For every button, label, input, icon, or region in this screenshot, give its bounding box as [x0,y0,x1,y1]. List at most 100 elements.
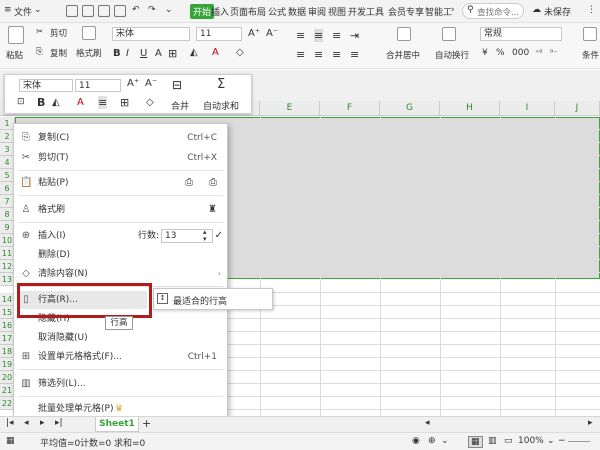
prev-sheet-icon[interactable]: ◂ [24,418,29,428]
mini-border-icon[interactable]: ⊞ [120,96,129,109]
scroll-right-icon[interactable]: ▸ [588,418,593,428]
distributed-icon[interactable]: ≡ [350,48,359,61]
sheet-tab-sheet1[interactable]: Sheet1 [95,417,139,432]
column-header-i[interactable]: I [500,101,555,116]
menu-item-filter[interactable]: ▥ 筛选列(L)... [14,375,227,393]
align-middle-icon[interactable]: ≡ [314,29,324,42]
mini-font-name-select[interactable]: 宋体 [19,79,73,92]
search-input[interactable]: ⚲ 查找命令... [462,3,524,19]
currency-icon[interactable]: ¥ [482,48,488,58]
menu-item-best-fit-row-height[interactable]: 最适合的行高 [173,294,227,307]
copy-button[interactable]: 复制 [50,47,67,59]
cloud-status[interactable]: 未保存 [544,5,571,18]
zoom-level[interactable]: 100% [518,436,544,446]
file-menu[interactable]: 文件 [14,5,32,18]
print-icon[interactable] [98,5,110,17]
export-pdf-icon[interactable] [114,5,126,17]
save-icon[interactable] [66,5,78,17]
page-break-view-icon[interactable]: ▭ [504,436,513,446]
italic-button[interactable]: I [126,48,129,59]
percent-icon[interactable]: % [496,48,505,58]
add-sheet-button[interactable]: + [142,417,151,430]
mini-merge-icon[interactable]: ⊟ [172,78,182,92]
first-sheet-icon[interactable]: |◂ [6,418,14,428]
tab-page-layout[interactable]: 页面布局 [230,5,266,18]
align-bottom-icon[interactable]: ≡ [332,29,341,42]
menu-item-format-cells[interactable]: ⊞ 设置单元格格式(F)... Ctrl+1 [14,348,227,366]
column-header-h[interactable]: H [440,101,500,116]
chevron-down-icon[interactable]: ⌄ [34,5,42,15]
cut-button[interactable]: 剪切 [50,27,67,39]
font-color-icon[interactable]: A [212,47,219,58]
align-center-icon[interactable]: ≡ [314,48,323,61]
reading-mode-icon[interactable]: ⊕ [428,436,436,446]
mini-sum-icon[interactable]: Σ [217,77,225,92]
menu-item-unhide[interactable]: 取消隐藏(U) [14,329,227,347]
number-format-select[interactable]: 常规 [480,27,562,41]
painter-options-icon[interactable]: ♜ [208,201,217,219]
paste-values-icon[interactable]: ⎙ [185,174,193,192]
paste-special-icon[interactable]: ⎙ [209,174,217,192]
tab-data[interactable]: 数据 [288,5,306,18]
menu-item-clear[interactable]: ◇ 清除内容(N) › [14,265,227,283]
chevron-down-icon[interactable]: ⌄ [165,5,173,15]
normal-view-icon[interactable]: ▦ [468,436,483,448]
menu-item-delete[interactable]: 删除(D) [14,246,227,264]
menu-item-paste[interactable]: 📋 粘贴(P) ⎙ ⎙ [14,174,227,192]
paste-icon[interactable] [8,26,24,44]
copy-icon[interactable]: ⎘ [36,47,43,57]
cut-icon[interactable]: ✂ [36,27,43,37]
eraser-icon[interactable]: ◇ [236,47,244,58]
format-painter-button[interactable]: 格式刷 [76,47,102,59]
format-painter-icon[interactable] [82,26,96,40]
mini-font-size-select[interactable]: 11 [75,79,121,92]
font-name-select[interactable]: 宋体 [112,27,190,41]
mini-bold-button[interactable]: B [37,96,45,109]
paste-button[interactable]: 粘贴 [6,49,23,61]
column-header-f[interactable]: F [320,101,380,116]
tab-formula[interactable]: 公式 [268,5,286,18]
mini-format-icon[interactable]: ⊡ [17,97,25,107]
font-size-select[interactable]: 11 [196,27,242,41]
mini-clear-icon[interactable]: ◇ [146,97,154,108]
mini-align-icon[interactable]: ≡ [98,96,108,109]
chevron-down-icon[interactable]: ⌄ [547,436,555,446]
zoom-slider[interactable] [568,441,590,442]
next-sheet-icon[interactable]: ▸ [40,418,45,428]
align-top-icon[interactable]: ≡ [296,29,305,42]
tab-insert[interactable]: 插入 [211,5,229,18]
undo-icon[interactable]: ↶ [132,5,140,15]
chevron-down-icon[interactable]: ⌄ [441,436,449,446]
redo-icon[interactable]: ↷ [148,5,156,15]
tab-member[interactable]: 会员专享 [388,5,424,18]
calculator-icon[interactable]: ▦ [6,436,15,446]
bold-button[interactable]: B [113,48,121,59]
decrease-decimal-icon[interactable]: ⁰⁻ [550,48,557,57]
zoom-out-button[interactable]: − [558,436,566,446]
menu-item-cut[interactable]: ✂ 剪切(T) Ctrl+X [14,149,227,167]
print-preview-icon[interactable] [82,5,94,17]
scroll-left-icon[interactable]: ◂ [425,418,430,428]
fill-color-icon[interactable]: ◭ [190,47,198,58]
align-left-icon[interactable]: ≡ [296,48,305,61]
conditional-format-icon[interactable] [583,27,597,41]
menu-item-format-painter[interactable]: ♙ 格式刷 ♜ [14,201,227,219]
border-icon[interactable]: ⊞ [168,47,177,60]
menu-item-copy[interactable]: ⎘ 复制(C) Ctrl+C [14,129,227,147]
tab-developer[interactable]: 开发工具 [348,5,384,18]
page-layout-view-icon[interactable]: ▥ [488,436,497,446]
chevron-right-icon[interactable]: › [451,5,455,15]
stepper-icon[interactable]: ▴ ▾ [203,229,207,243]
thousands-icon[interactable]: 000 [512,48,529,58]
eye-protection-icon[interactable]: ◉ [412,436,420,446]
merge-center-button[interactable]: 合并居中 [386,49,420,61]
column-header-g[interactable]: G [380,101,440,116]
align-right-icon[interactable]: ≡ [332,48,341,61]
text-color-icon[interactable]: A [155,48,162,59]
cloud-icon[interactable]: ☁ [532,5,541,15]
increase-decimal-icon[interactable]: ⁺⁰ [535,48,542,57]
mini-font-grow-icon[interactable]: A⁺ [127,78,139,89]
mini-autosum-button[interactable]: 自动求和 [203,99,239,112]
tab-smart-tools[interactable]: 智能工 [425,5,452,18]
wrap-text-button[interactable]: 自动换行 [435,49,469,61]
